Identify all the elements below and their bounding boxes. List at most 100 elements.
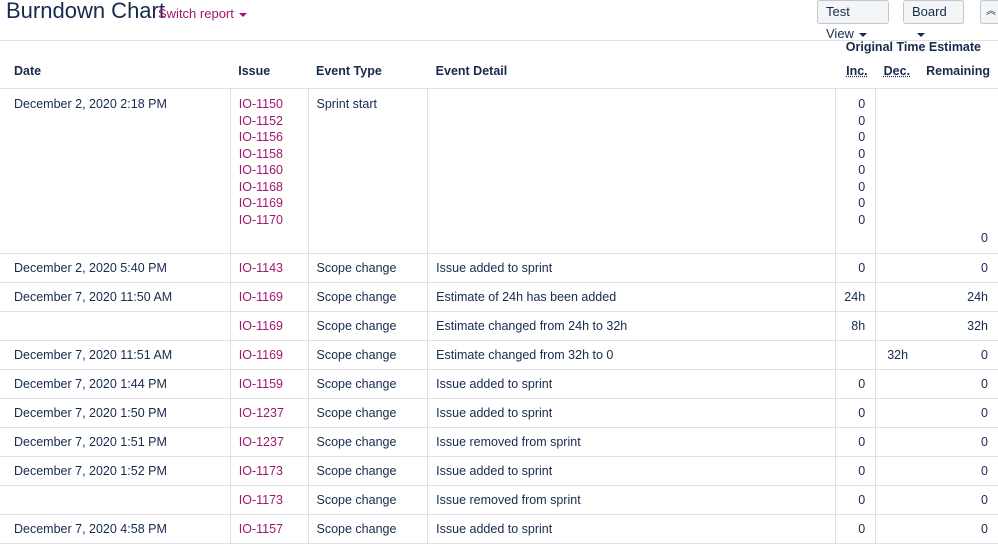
issue-link[interactable]: IO-1159: [239, 376, 300, 393]
issue-link[interactable]: IO-1237: [239, 434, 300, 451]
dec-cell: [875, 369, 919, 399]
table-row: IO-1173 Scope change Issue removed from sp…: [0, 485, 998, 515]
table-row: December 7, 2020 1:52 PM IO-1173 Scope cha…: [0, 456, 998, 486]
event-type-cell: Scope change: [307, 253, 428, 283]
event-detail-cell: Issue added to sprint: [427, 456, 836, 486]
inc-cell: 0: [835, 485, 876, 515]
issue-link[interactable]: IO-1169: [239, 318, 300, 335]
table-row: December 2, 2020 5:40 PM IO-1143 Scope cha…: [0, 253, 998, 283]
event-detail-cell: Estimate changed from 24h to 32h: [427, 311, 836, 341]
inc-cell: [835, 340, 876, 370]
column-header-row: Date Issue Event Type Event Detail Inc. …: [0, 54, 998, 89]
inc-cell: 0 0 0 0 0 0 0 0: [835, 88, 876, 254]
date-cell: [0, 311, 231, 341]
chevron-down-icon: [917, 32, 925, 37]
event-type-cell: Scope change: [307, 311, 428, 341]
issue-link[interactable]: IO-1150: [239, 96, 300, 113]
issue-link[interactable]: IO-1143: [239, 260, 300, 277]
collapse-button[interactable]: ︽: [980, 0, 998, 24]
issue-cell: IO-1169: [229, 311, 309, 341]
dec-cell: [875, 282, 919, 312]
remaining-cell: 0: [918, 369, 998, 399]
remaining-cell: 0: [918, 340, 998, 370]
event-type-cell: Scope change: [307, 456, 428, 486]
issue-link[interactable]: IO-1157: [239, 521, 300, 538]
column-remaining: Remaining: [918, 54, 998, 89]
inc-value: 0: [858, 97, 866, 111]
remaining-cell: 24h: [918, 282, 998, 312]
event-type-cell: Scope change: [307, 485, 428, 515]
inc-value: 0: [858, 163, 866, 177]
issue-cell: IO-1169: [229, 282, 309, 312]
remaining-cell: 0: [918, 253, 998, 283]
issue-cell: IO-1237: [229, 398, 309, 428]
issue-link[interactable]: IO-1152: [239, 113, 300, 130]
table-row: December 7, 2020 1:51 PM IO-1237 Scope cha…: [0, 427, 998, 457]
issue-link[interactable]: IO-1169: [239, 347, 300, 364]
board-button[interactable]: Board: [903, 0, 964, 37]
group-header-row: Original Time Estimate: [0, 40, 998, 54]
dec-cell: [875, 88, 919, 254]
dec-cell: [875, 456, 919, 486]
event-detail-cell: Issue added to sprint: [427, 253, 836, 283]
dec-cell: [875, 253, 919, 283]
table-row: December 7, 2020 11:50 AM IO-1169 Scope ch…: [0, 282, 998, 312]
event-type-cell: Scope change: [307, 369, 428, 399]
switch-report-dropdown[interactable]: Switch report: [158, 6, 247, 21]
date-cell: December 7, 2020 1:51 PM: [0, 427, 231, 457]
issue-link[interactable]: IO-1237: [239, 405, 300, 422]
remaining-cell: 0: [918, 456, 998, 486]
date-cell: December 7, 2020 11:50 AM: [0, 282, 231, 312]
event-detail-cell: Estimate changed from 32h to 0: [427, 340, 836, 370]
issue-cell: IO-1237: [229, 427, 309, 457]
dec-cell: [875, 427, 919, 457]
table-row: December 7, 2020 1:44 PM IO-1159 Scope cha…: [0, 369, 998, 399]
remaining-cell: 0: [918, 88, 998, 254]
inc-value: 0: [858, 113, 866, 128]
event-type-cell: Scope change: [307, 282, 428, 312]
inc-cell: 24h: [835, 282, 876, 312]
issue-link[interactable]: IO-1169: [239, 289, 300, 306]
event-type-cell: Scope change: [307, 398, 428, 428]
inc-cell: 8h: [835, 311, 876, 341]
date-cell: December 2, 2020 2:18 PM: [0, 88, 231, 254]
table-row: IO-1169 Scope change Estimate changed from…: [0, 311, 998, 341]
issue-cell: IO-1157: [229, 514, 309, 544]
column-event-type: Event Type: [308, 54, 428, 89]
date-cell: December 7, 2020 4:58 PM: [0, 514, 231, 544]
issue-link[interactable]: IO-1170: [239, 212, 300, 229]
event-detail-cell: [427, 88, 836, 254]
inc-value: 0: [858, 146, 866, 161]
issue-link[interactable]: IO-1168: [239, 179, 300, 196]
issue-cell: IO-1159: [229, 369, 309, 399]
remaining-cell: 0: [918, 398, 998, 428]
issue-link[interactable]: IO-1158: [239, 146, 300, 163]
issue-link[interactable]: IO-1160: [239, 162, 300, 179]
inc-cell: 0: [835, 427, 876, 457]
dec-cell: [875, 514, 919, 544]
date-cell: [0, 485, 231, 515]
event-type-cell: Scope change: [307, 514, 428, 544]
table-row: December 2, 2020 2:18 PM IO-1150 IO-1152 I…: [0, 88, 998, 254]
table-row: December 7, 2020 1:50 PM IO-1237 Scope cha…: [0, 398, 998, 428]
remaining-cell: 0: [918, 427, 998, 457]
date-cell: December 7, 2020 1:44 PM: [0, 369, 231, 399]
double-chevron-up-icon: ︽: [986, 6, 996, 17]
inc-cell: 0: [835, 369, 876, 399]
issue-link[interactable]: IO-1156: [239, 129, 300, 146]
board-label: Board: [912, 4, 947, 19]
issue-link[interactable]: IO-1173: [239, 492, 300, 509]
page-title: Burndown Chart: [6, 0, 165, 23]
test-view-button[interactable]: Test View: [817, 0, 889, 41]
date-cell: December 2, 2020 5:40 PM: [0, 253, 231, 283]
event-type-cell: Sprint start: [307, 88, 428, 254]
table-row: December 7, 2020 4:58 PM IO-1157 Scope cha…: [0, 514, 998, 544]
issue-link[interactable]: IO-1173: [239, 463, 300, 480]
column-inc: Inc.: [835, 54, 876, 89]
column-issue: Issue: [230, 54, 309, 89]
dec-cell: [875, 398, 919, 428]
inc-abbr: Inc.: [846, 64, 868, 78]
issue-link[interactable]: IO-1169: [239, 195, 300, 212]
original-time-estimate-header: Original Time Estimate: [845, 40, 981, 54]
dec-cell: [875, 311, 919, 341]
